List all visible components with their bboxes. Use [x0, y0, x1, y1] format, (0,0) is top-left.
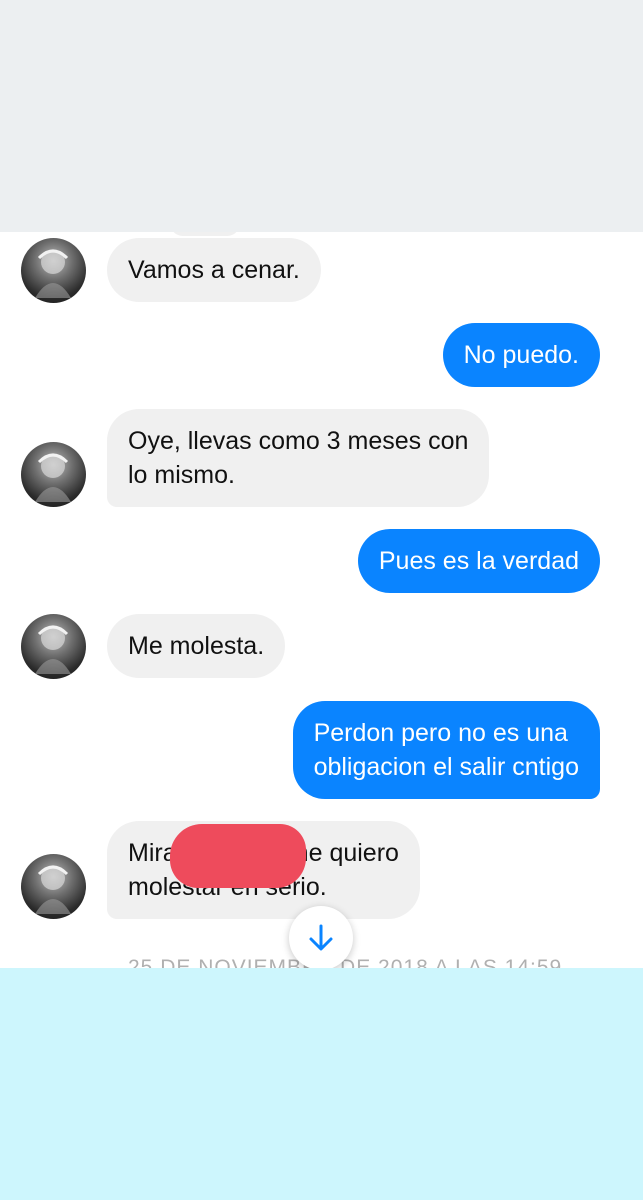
message-bubble-outgoing[interactable]: Pues es la verdad [357, 529, 600, 593]
message-bubble-incoming[interactable]: Vamos a cenar. [107, 238, 321, 302]
message-bubble-outgoing[interactable]: No puedo. [442, 323, 600, 387]
message-bubble-incoming[interactable]: Me molesta. [107, 614, 286, 678]
previous-message-edge [170, 232, 240, 236]
redaction-mark [170, 824, 306, 888]
contact-avatar[interactable] [21, 442, 86, 507]
contact-avatar[interactable] [21, 238, 86, 303]
contact-avatar[interactable] [21, 614, 86, 679]
message-bubble-outgoing[interactable]: Perdon pero no es una obligacion el sali… [292, 701, 600, 799]
message-bubble-incoming[interactable]: Oye, llevas como 3 meses con lo mismo. [107, 409, 490, 507]
arrow-down-icon [309, 924, 333, 951]
bottom-blank-area [0, 968, 643, 1200]
message-thread[interactable]: Vamos a cenar. No puedo. Oye, llevas com… [0, 232, 643, 968]
scroll-to-bottom-button[interactable] [289, 906, 353, 968]
contact-avatar[interactable] [21, 854, 86, 919]
top-blank-area [0, 0, 643, 232]
